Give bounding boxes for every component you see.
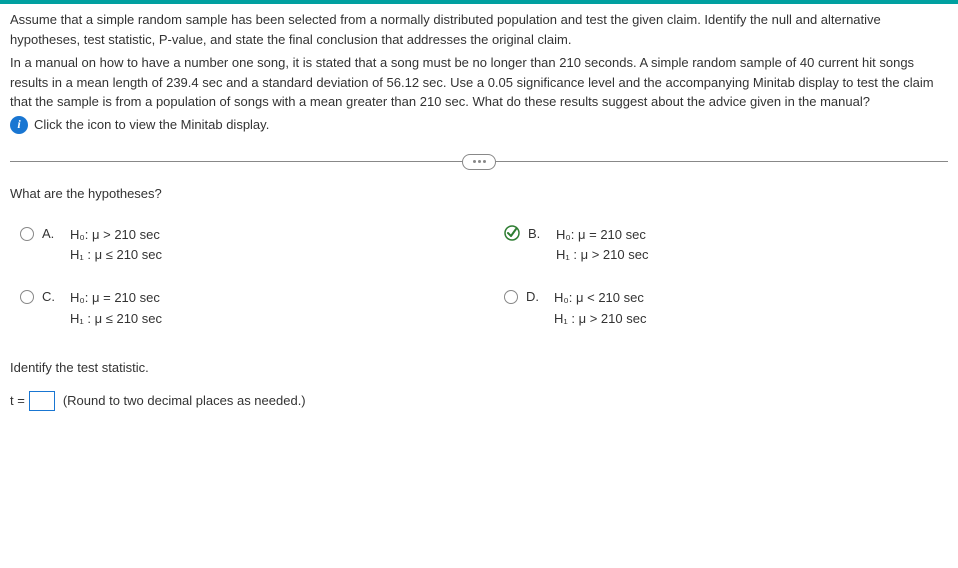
radio-b-checked[interactable]: [504, 225, 520, 241]
separator-line-right: [495, 161, 948, 162]
option-d[interactable]: D. H₀: μ < 210 sec H₁ : μ > 210 sec: [504, 288, 948, 330]
identify-text: Identify the test statistic.: [10, 360, 948, 375]
t-prefix: t =: [10, 393, 25, 408]
option-d-h0: H₀: μ < 210 sec: [554, 288, 646, 309]
option-a[interactable]: A. H₀: μ > 210 sec H₁ : μ ≤ 210 sec: [20, 225, 464, 267]
option-b-h1: H₁ : μ > 210 sec: [556, 245, 648, 266]
option-d-h1: H₁ : μ > 210 sec: [554, 309, 646, 330]
option-d-label: D.: [526, 289, 546, 304]
check-icon: [504, 225, 520, 241]
separator-line-left: [10, 161, 463, 162]
question-text: What are the hypotheses?: [10, 186, 948, 201]
content-area: Assume that a simple random sample has b…: [0, 4, 958, 417]
option-c-label: C.: [42, 289, 62, 304]
minitab-link-text: Click the icon to view the Minitab displ…: [34, 117, 269, 132]
minitab-link-row[interactable]: i Click the icon to view the Minitab dis…: [10, 116, 948, 134]
option-b-label: B.: [528, 226, 548, 241]
option-c[interactable]: C. H₀: μ = 210 sec H₁ : μ ≤ 210 sec: [20, 288, 464, 330]
info-icon: i: [10, 116, 28, 134]
option-a-text: H₀: μ > 210 sec H₁ : μ ≤ 210 sec: [70, 225, 162, 267]
option-a-h0: H₀: μ > 210 sec: [70, 225, 162, 246]
radio-a[interactable]: [20, 227, 34, 241]
option-c-h0: H₀: μ = 210 sec: [70, 288, 162, 309]
option-a-label: A.: [42, 226, 62, 241]
option-b-h0: H₀: μ = 210 sec: [556, 225, 648, 246]
option-b[interactable]: B. H₀: μ = 210 sec H₁ : μ > 210 sec: [504, 225, 948, 267]
option-a-h1: H₁ : μ ≤ 210 sec: [70, 245, 162, 266]
t-hint: (Round to two decimal places as needed.): [63, 393, 306, 408]
separator-row: [10, 154, 948, 170]
radio-d[interactable]: [504, 290, 518, 304]
option-b-text: H₀: μ = 210 sec H₁ : μ > 210 sec: [556, 225, 648, 267]
test-statistic-row: t = (Round to two decimal places as need…: [10, 391, 948, 411]
intro-text: Assume that a simple random sample has b…: [10, 10, 948, 49]
options-grid: A. H₀: μ > 210 sec H₁ : μ ≤ 210 sec B. H…: [20, 225, 948, 330]
option-c-h1: H₁ : μ ≤ 210 sec: [70, 309, 162, 330]
option-c-text: H₀: μ = 210 sec H₁ : μ ≤ 210 sec: [70, 288, 162, 330]
option-d-text: H₀: μ < 210 sec H₁ : μ > 210 sec: [554, 288, 646, 330]
problem-text: In a manual on how to have a number one …: [10, 53, 948, 112]
t-input[interactable]: [29, 391, 55, 411]
radio-c[interactable]: [20, 290, 34, 304]
expand-pill-button[interactable]: [462, 154, 496, 170]
